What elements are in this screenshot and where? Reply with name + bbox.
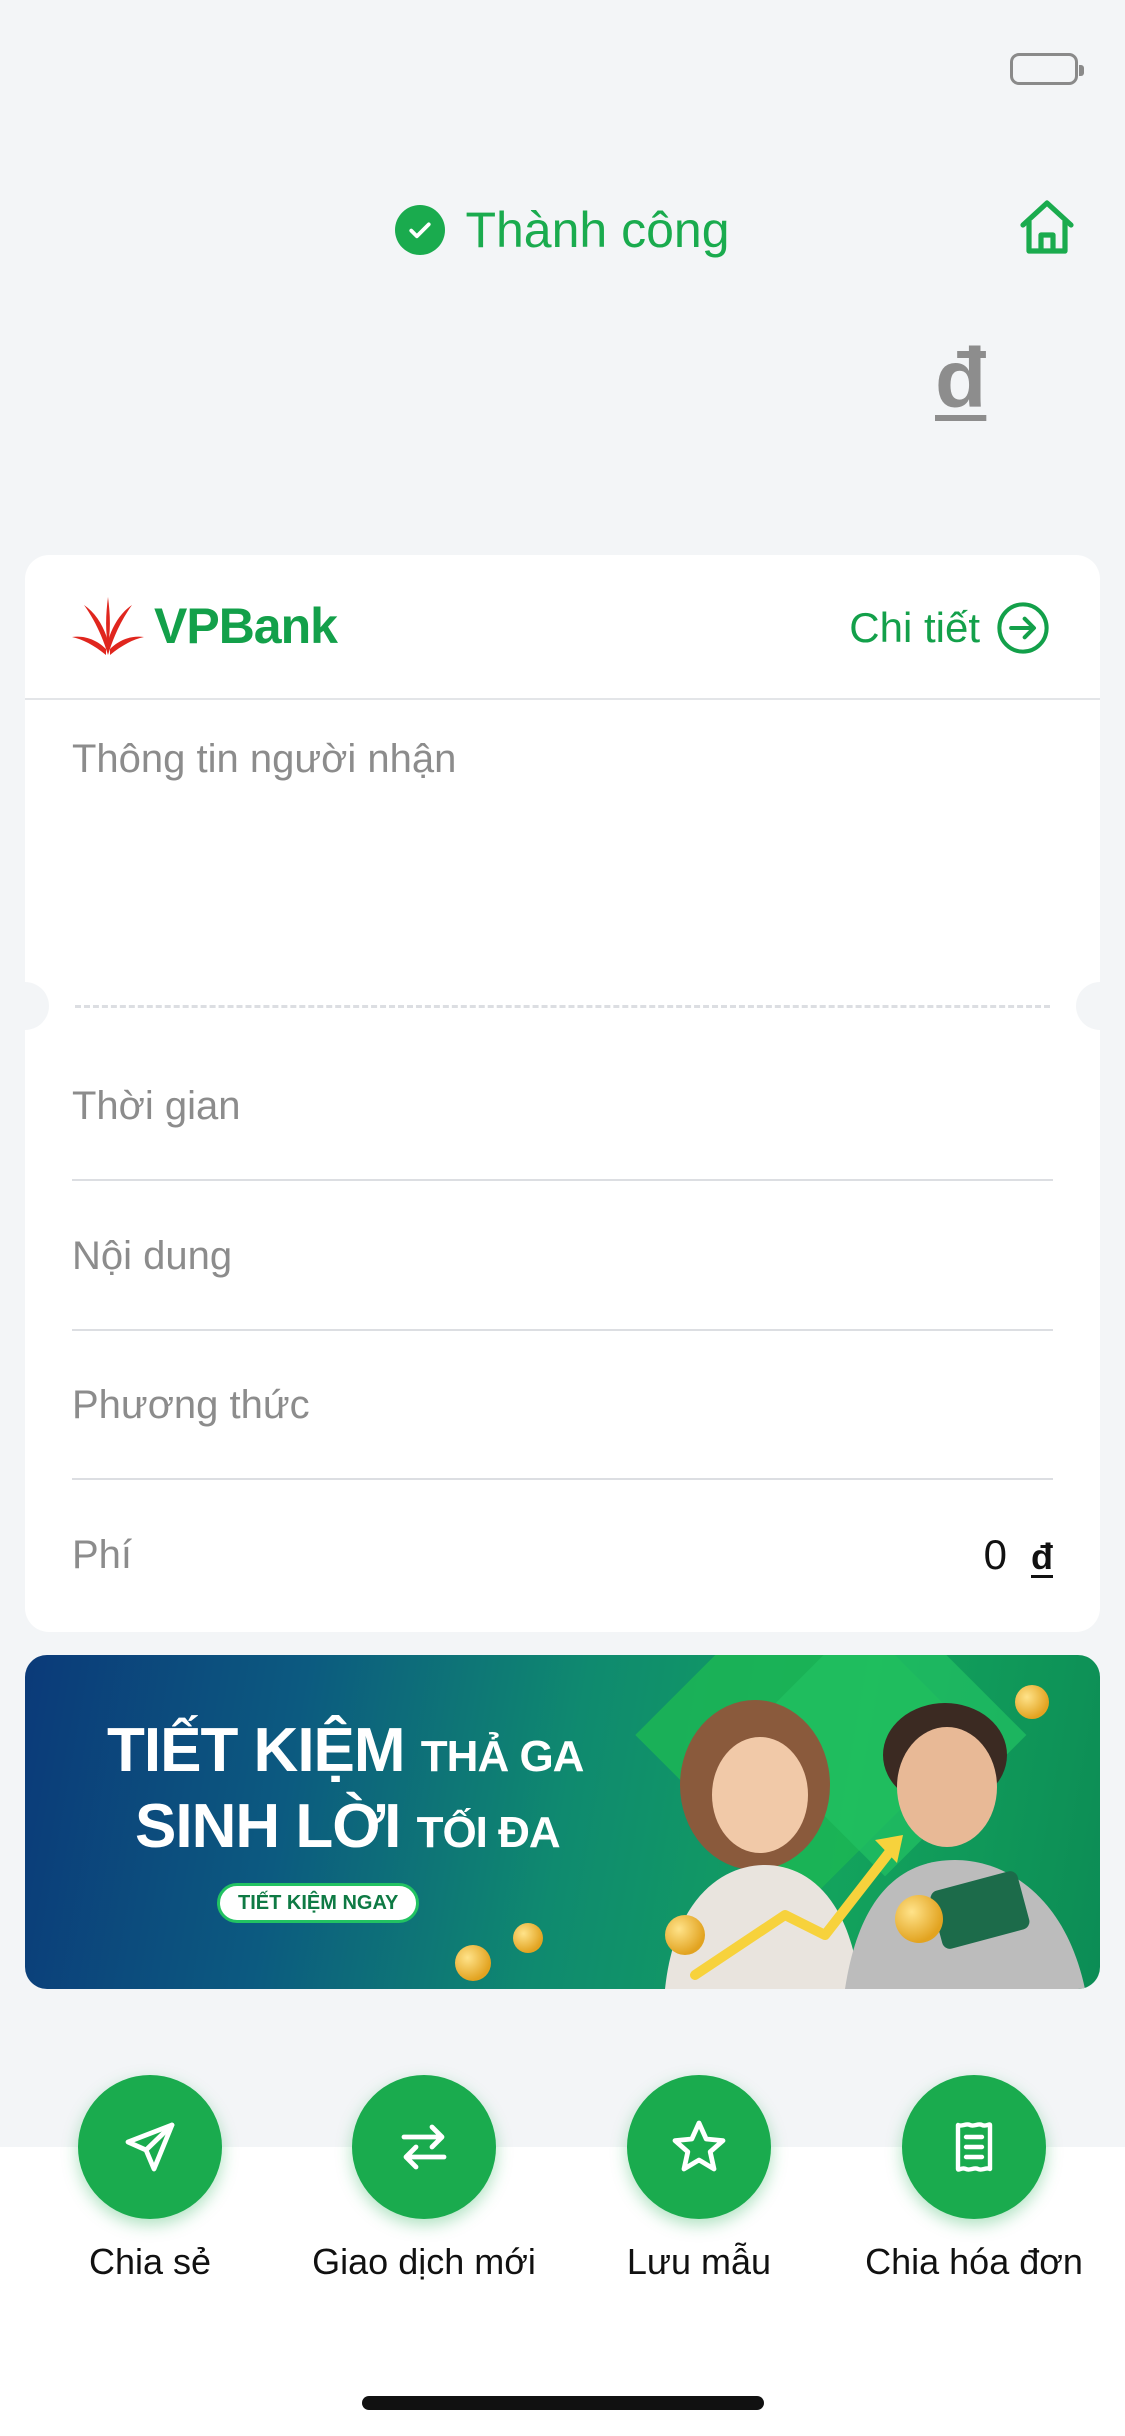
vpbank-logo-icon	[72, 597, 144, 655]
row-fee: Phí 0 đ	[72, 1481, 1053, 1629]
status-text: Thành công	[465, 202, 730, 258]
fee-value: 0 đ	[984, 1531, 1053, 1579]
bank-logo: VPBank	[72, 595, 338, 657]
perforated-divider	[75, 1005, 1050, 1008]
card-header: VPBank Chi tiết	[25, 555, 1100, 700]
coin-icon	[513, 1923, 543, 1953]
split-bill-button[interactable]: Chia hóa đơn	[844, 2075, 1104, 2283]
new-transaction-button[interactable]: Giao dịch mới	[294, 2075, 554, 2283]
coin-icon	[1015, 1685, 1049, 1719]
coin-icon	[895, 1895, 943, 1943]
fee-currency: đ	[1031, 1536, 1053, 1577]
amount-currency: đ	[935, 331, 987, 425]
detail-label: Chi tiết	[849, 604, 980, 651]
receipt-icon	[955, 2122, 993, 2172]
banner-people-illustration	[665, 1700, 1085, 1989]
banner-headline-2: SINH LỜI TỐI ĐA	[135, 1792, 561, 1861]
detail-link[interactable]: Chi tiết	[849, 601, 1050, 655]
send-icon	[125, 2122, 175, 2172]
arrow-right-circle-icon	[997, 602, 1049, 654]
bank-name: VPBank	[154, 598, 338, 654]
new-transaction-label: Giao dịch mới	[312, 2241, 536, 2282]
banner-headline-1: TIẾT KIỆM THẢ GA	[107, 1716, 584, 1785]
row-time: Thời gian	[72, 1033, 1053, 1181]
home-indicator	[362, 2396, 764, 2410]
row-label: Phí	[72, 1532, 133, 1577]
save-template-circle[interactable]	[627, 2075, 771, 2219]
card-notch-left	[25, 982, 49, 1030]
coin-icon	[455, 1945, 491, 1981]
home-button[interactable]	[1015, 195, 1079, 259]
split-bill-label: Chia hóa đơn	[865, 2241, 1083, 2282]
row-label: Nội dung	[72, 1233, 233, 1278]
banner-cta-button[interactable]: TIẾT KIỆM NGAY	[217, 1883, 420, 1923]
recipient-info-label: Thông tin người nhận	[72, 737, 457, 781]
swap-arrows-icon	[401, 2124, 447, 2170]
transaction-status: Thành công	[0, 195, 1125, 265]
home-icon	[1020, 200, 1074, 254]
promo-banner[interactable]: TIẾT KIỆM THẢ GA SINH LỜI TỐI ĐA TIẾT KI…	[25, 1655, 1100, 1989]
new-transaction-circle[interactable]	[352, 2075, 496, 2219]
split-bill-circle[interactable]	[902, 2075, 1046, 2219]
share-button[interactable]: Chia sẻ	[20, 2075, 280, 2283]
battery-icon	[1010, 53, 1084, 85]
star-icon	[672, 2120, 726, 2172]
coin-icon	[665, 1915, 705, 1955]
transaction-card: VPBank Chi tiết Thông tin người nhận Thờ…	[25, 555, 1100, 1632]
row-label: Phương thức	[72, 1382, 310, 1427]
check-circle-icon	[395, 205, 446, 255]
action-bar: Chia sẻ Giao dịch mới Lưu mẫu Chia hóa đ…	[0, 2075, 1125, 2305]
row-label: Thời gian	[72, 1083, 241, 1128]
save-template-button[interactable]: Lưu mẫu	[569, 2075, 829, 2283]
share-label: Chia sẻ	[88, 2241, 212, 2282]
row-content: Nội dung	[72, 1183, 1053, 1331]
share-button-circle[interactable]	[78, 2075, 222, 2219]
row-method: Phương thức	[72, 1332, 1053, 1480]
card-notch-right	[1076, 982, 1100, 1030]
save-template-label: Lưu mẫu	[626, 2241, 772, 2282]
fee-amount: 0	[983, 1531, 1007, 1578]
